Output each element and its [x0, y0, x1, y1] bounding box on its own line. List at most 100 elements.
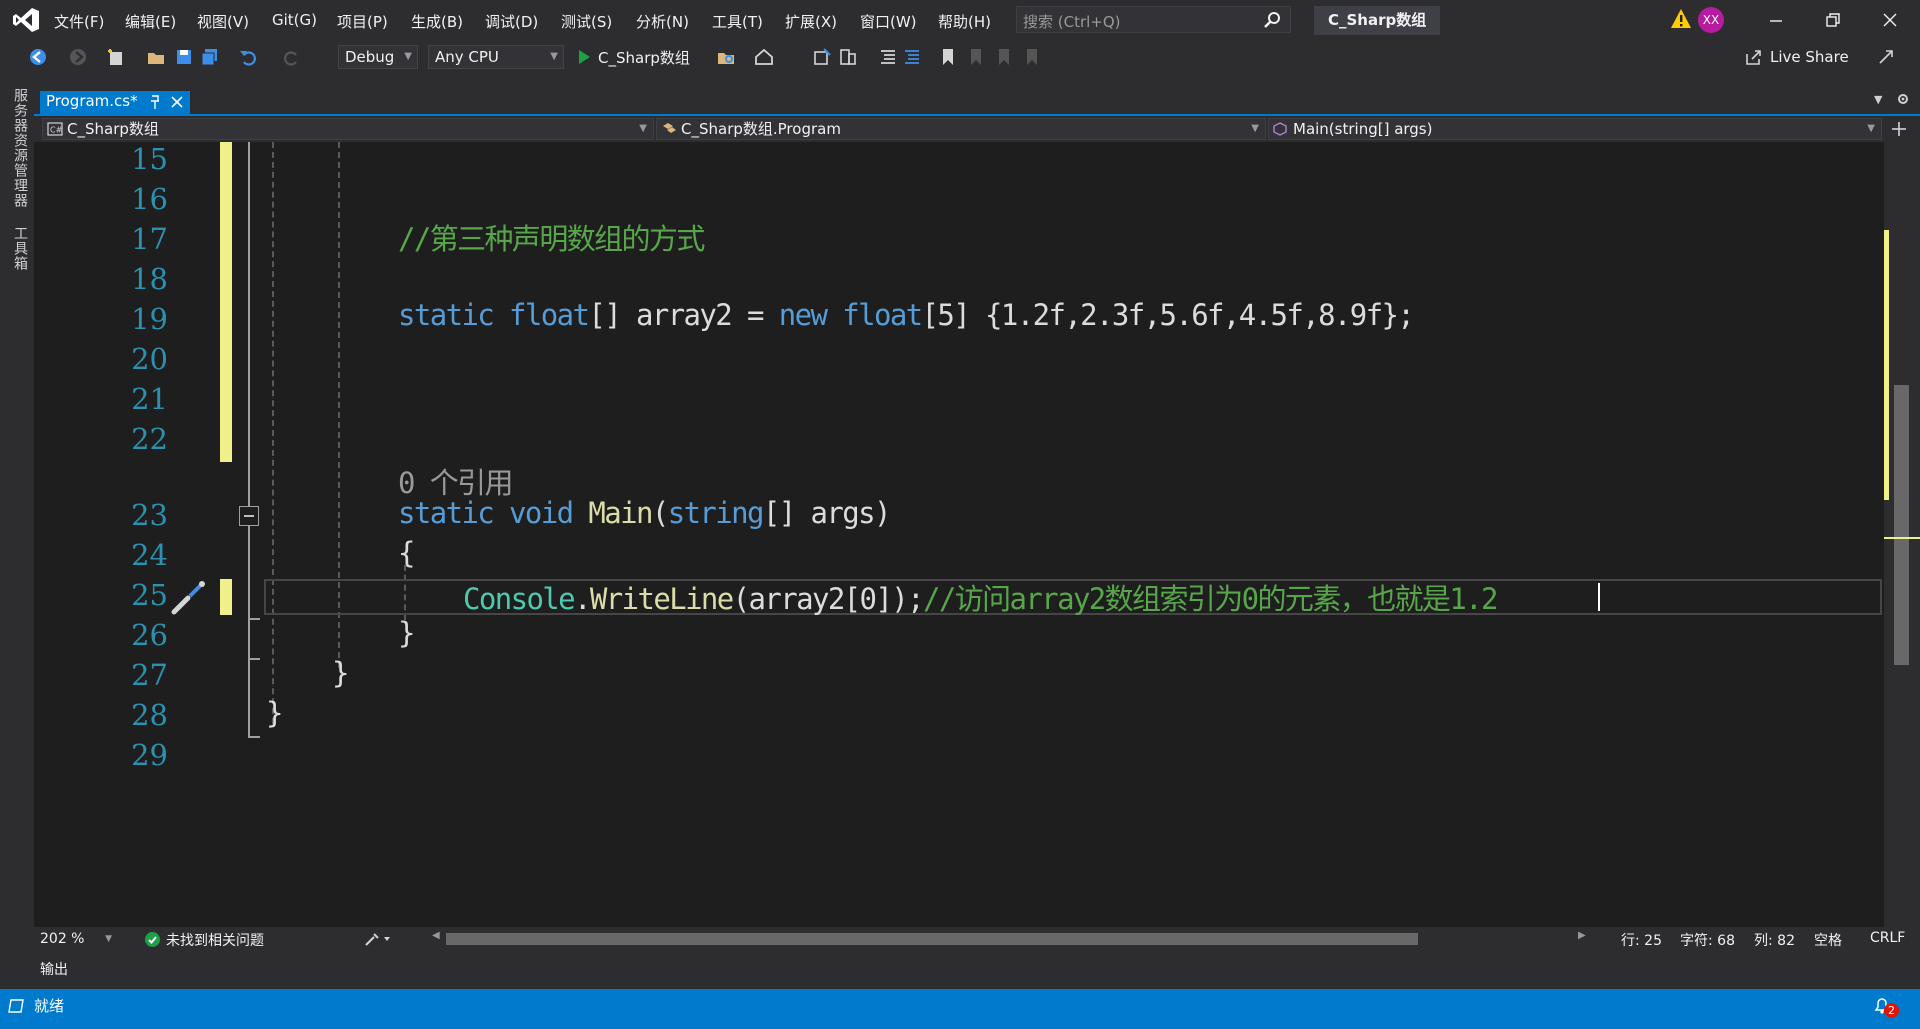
platform-value: Any CPU	[435, 48, 499, 66]
type-console: Console	[463, 582, 576, 616]
configuration-dropdown[interactable]: Debug ▼	[338, 45, 418, 69]
navigate-forward-icon[interactable]	[68, 47, 88, 67]
visual-studio-logo-icon[interactable]	[12, 6, 40, 34]
vertical-scrollbar-thumb[interactable]	[1894, 385, 1909, 665]
dot: .	[574, 582, 591, 616]
whitespace-mode[interactable]: 空格	[1814, 930, 1842, 950]
code-editor[interactable]	[34, 142, 1884, 927]
column-position[interactable]: 列: 82	[1754, 930, 1795, 950]
user-avatar[interactable]: XX	[1698, 7, 1724, 33]
tab-program-cs[interactable]: Program.cs*	[40, 91, 190, 114]
warning-icon[interactable]	[1670, 8, 1692, 30]
previous-bookmark-icon[interactable]	[966, 47, 986, 67]
project-value: C_Sharp数组	[67, 120, 159, 138]
change-indicator	[220, 579, 232, 615]
gear-icon[interactable]	[1896, 92, 1910, 106]
bookmark-icon[interactable]	[938, 47, 958, 67]
issues-status[interactable]: 未找到相关问题	[166, 930, 264, 950]
line-number: 21	[131, 382, 168, 416]
code-comment: //第三种声明数组的方式	[398, 222, 705, 256]
live-share-button[interactable]: Live Share	[1770, 48, 1849, 66]
tab-label: Program.cs*	[46, 92, 138, 110]
split-editor-icon[interactable]	[1890, 120, 1908, 138]
menu-extensions[interactable]: 扩展(X)	[785, 11, 837, 32]
step-icon[interactable]	[812, 47, 832, 67]
status-text: 就绪	[34, 997, 65, 1015]
next-bookmark-icon[interactable]	[994, 47, 1014, 67]
code-line-23: static void Main(string[] args)	[398, 496, 891, 530]
paren: )	[873, 496, 891, 530]
redo-icon[interactable]	[282, 47, 302, 67]
undo-icon[interactable]	[238, 47, 258, 67]
status-window-icon[interactable]	[8, 999, 24, 1013]
line-number: 19	[131, 302, 168, 336]
close-window-icon[interactable]	[1880, 10, 1900, 30]
menu-tools[interactable]: 工具(T)	[712, 11, 763, 32]
solution-title: C_Sharp数组	[1314, 6, 1441, 35]
line-position[interactable]: 行: 25	[1621, 930, 1662, 950]
line-number: 24	[131, 538, 168, 572]
scrollbar-caret-marker	[1884, 537, 1920, 539]
menu-view[interactable]: 视图(V)	[197, 11, 249, 32]
menu-git[interactable]: Git(G)	[272, 11, 317, 29]
startup-project-button[interactable]: C_Sharp数组	[598, 47, 690, 68]
outline-end	[248, 658, 260, 660]
home-icon[interactable]	[754, 47, 774, 67]
feedback-icon[interactable]	[1876, 47, 1896, 67]
pin-icon[interactable]	[148, 94, 162, 110]
csharp-project-icon: C#	[47, 122, 63, 136]
restore-icon[interactable]	[1823, 10, 1843, 30]
platform-dropdown[interactable]: Any CPU ▼	[428, 45, 564, 69]
outline-end	[248, 736, 260, 738]
save-all-icon[interactable]	[200, 47, 220, 67]
menu-debug[interactable]: 调试(D)	[485, 11, 538, 32]
keyword-float: float	[842, 298, 923, 332]
code-cleanup-icon[interactable]	[364, 931, 392, 947]
horizontal-scrollbar-thumb[interactable]	[446, 933, 1418, 945]
menu-project[interactable]: 项目(P)	[337, 11, 388, 32]
member-dropdown[interactable]: Main(string[] args) ▼	[1268, 118, 1882, 140]
zoom-value: 202 %	[40, 931, 85, 947]
keyword-string: string	[667, 496, 765, 530]
project-dropdown[interactable]: C# C_Sharp数组 ▼	[42, 118, 654, 140]
scroll-right-icon[interactable]: ▶	[1578, 930, 1586, 941]
menu-analyze[interactable]: 分析(N)	[636, 11, 689, 32]
line-number: 28	[131, 698, 168, 732]
comment-out-icon[interactable]	[878, 47, 898, 67]
menu-build[interactable]: 生成(B)	[411, 11, 463, 32]
search-input[interactable]: 搜索 (Ctrl+Q)	[1016, 6, 1291, 33]
minimize-icon[interactable]	[1766, 10, 1786, 30]
scrollbar-change-marker	[1884, 230, 1889, 500]
line-number: 23	[131, 498, 168, 532]
type-dropdown[interactable]: C_Sharp数组.Program ▼	[656, 118, 1266, 140]
tab-overflow-chevron-down-icon[interactable]: ▼	[1874, 93, 1882, 106]
menu-window[interactable]: 窗口(W)	[860, 11, 917, 32]
save-icon[interactable]	[174, 47, 194, 67]
solution-explorer-icon[interactable]	[838, 47, 858, 67]
output-tab[interactable]: 输出	[40, 959, 68, 979]
brackets: []	[588, 298, 621, 332]
line-ending[interactable]: CRLF	[1870, 930, 1905, 946]
menu-test[interactable]: 测试(S)	[561, 11, 612, 32]
find-in-files-icon[interactable]	[716, 47, 736, 67]
scroll-left-icon[interactable]: ◀	[432, 930, 440, 941]
uncomment-icon[interactable]	[902, 47, 922, 67]
server-explorer-tab[interactable]: 服务器资源管理器	[10, 88, 30, 208]
search-icon	[1264, 12, 1280, 28]
menu-file[interactable]: 文件(F)	[54, 11, 104, 32]
navigate-back-icon[interactable]	[28, 47, 48, 67]
clear-bookmarks-icon[interactable]	[1022, 47, 1042, 67]
open-file-icon[interactable]	[146, 47, 166, 67]
brace-close: }	[266, 696, 283, 730]
close-icon[interactable]	[170, 95, 184, 109]
toolbox-tab[interactable]: 工具箱	[10, 226, 30, 271]
start-debug-icon[interactable]	[574, 47, 594, 67]
menu-help[interactable]: 帮助(H)	[938, 11, 991, 32]
collapse-region-icon[interactable]	[239, 506, 259, 526]
char-position[interactable]: 字符: 68	[1680, 930, 1735, 950]
menu-edit[interactable]: 编辑(E)	[125, 11, 176, 32]
new-project-icon[interactable]	[106, 47, 126, 67]
zoom-dropdown[interactable]: 202 % ▼	[40, 929, 116, 949]
class-icon	[663, 123, 676, 133]
screwdriver-quick-actions-icon[interactable]	[168, 576, 210, 618]
